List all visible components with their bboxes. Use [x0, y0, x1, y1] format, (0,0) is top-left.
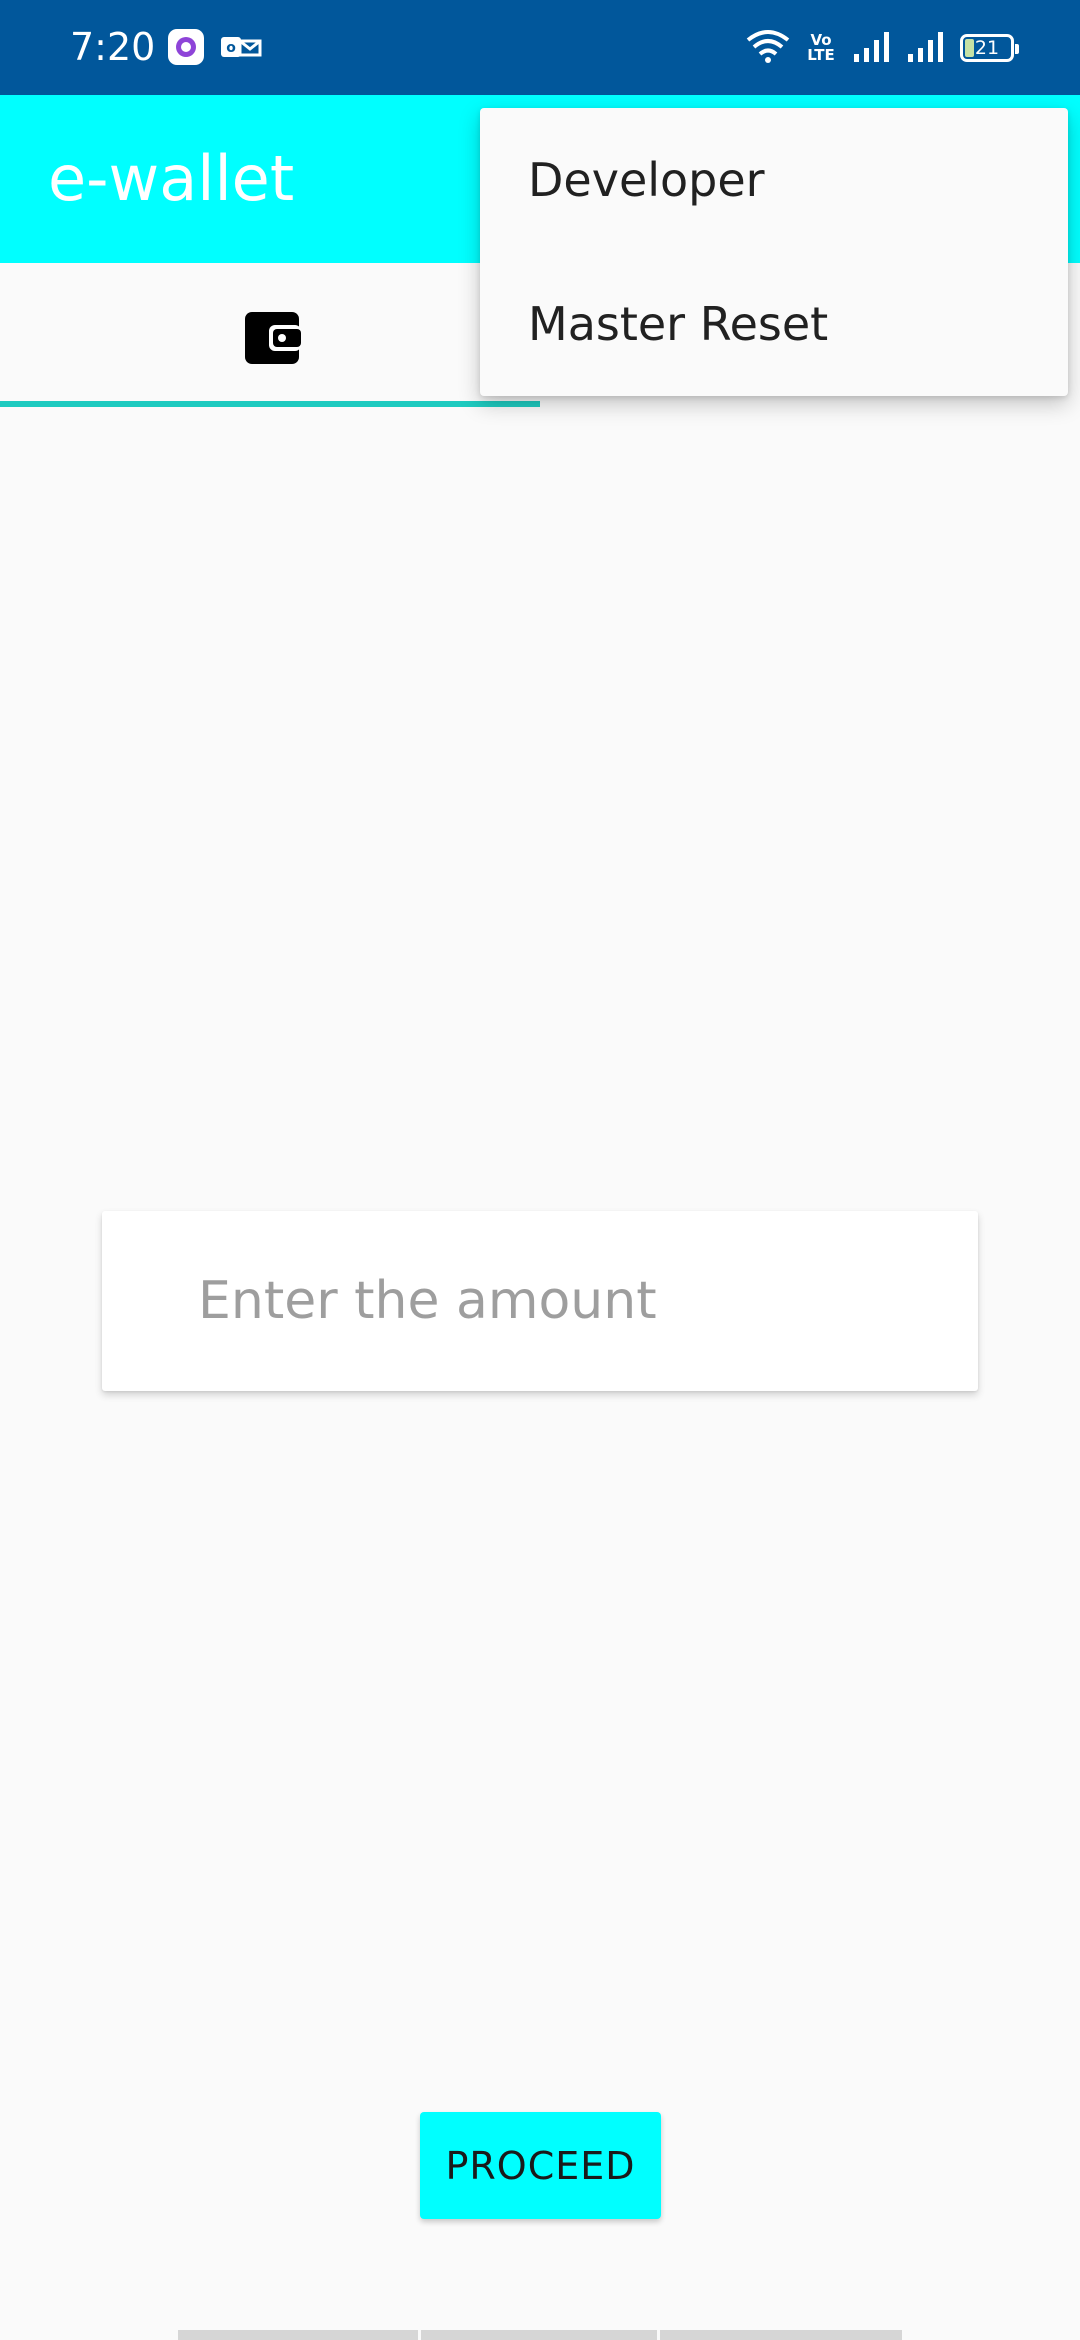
outlook-notification-icon: o	[220, 28, 262, 66]
battery-icon: 21	[960, 34, 1019, 62]
battery-level	[965, 39, 974, 57]
nav-hint-left	[178, 2330, 418, 2340]
volte-indicator: Vo LTE	[807, 31, 835, 64]
svg-text:o: o	[226, 40, 236, 56]
nav-hint-right	[660, 2330, 902, 2340]
notification-app-icon	[167, 28, 205, 66]
wallet-icon	[243, 308, 301, 366]
signal-icon-sim2	[906, 30, 946, 66]
battery-percentage: 21	[974, 37, 1000, 59]
screen: 7:20 o Vo LTE 21 e-wallet Developer Mast…	[0, 0, 1080, 2340]
signal-icon-sim1	[852, 30, 892, 66]
amount-card	[102, 1211, 978, 1391]
app-title: e-wallet	[48, 142, 295, 215]
nav-hint-center	[421, 2330, 657, 2340]
wifi-icon	[746, 28, 790, 68]
status-time: 7:20	[70, 25, 156, 69]
status-bar: 7:20 o Vo LTE 21	[0, 0, 1080, 95]
status-icons: Vo LTE 21	[746, 28, 1019, 68]
proceed-button[interactable]: PROCEED	[420, 2112, 661, 2219]
amount-input[interactable]	[198, 1211, 938, 1391]
overflow-menu: Developer Master Reset	[480, 108, 1068, 396]
tab-wallet[interactable]	[0, 263, 540, 408]
menu-item-master-reset[interactable]: Master Reset	[480, 252, 1068, 396]
tab-indicator	[0, 401, 540, 407]
menu-item-developer[interactable]: Developer	[480, 108, 1068, 252]
